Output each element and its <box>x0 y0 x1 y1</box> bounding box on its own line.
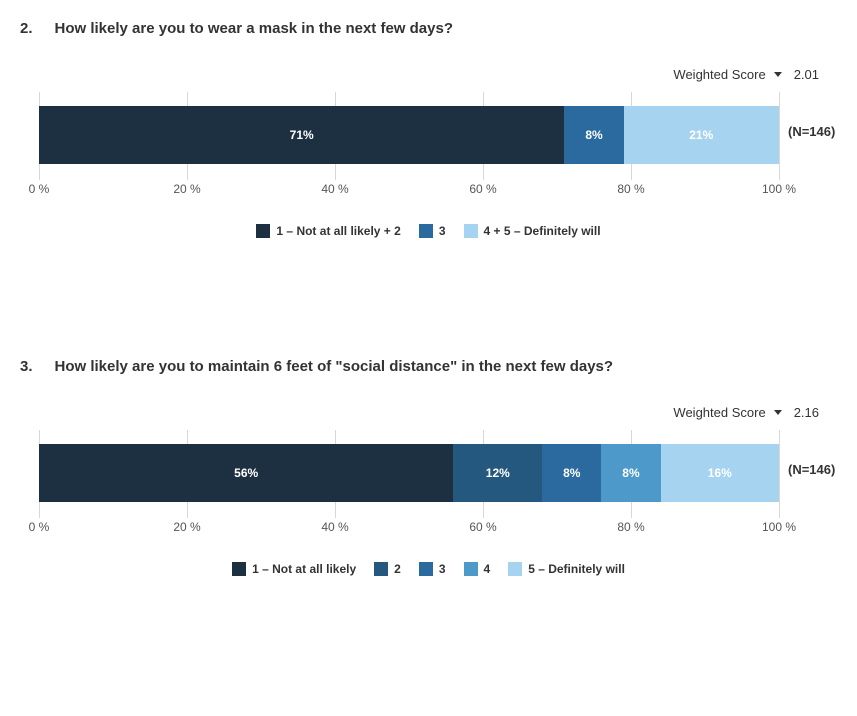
legend-label: 1 – Not at all likely <box>252 562 356 576</box>
legend-swatch <box>374 562 388 576</box>
question-header: 2. How likely are you to wear a mask in t… <box>20 20 837 37</box>
segment-value: 8% <box>585 128 602 142</box>
sample-size-label: (N=146) <box>788 124 835 139</box>
legend-item: 3 <box>419 224 446 238</box>
question-text: How likely are you to wear a mask in the… <box>55 20 453 37</box>
question-text: How likely are you to maintain 6 feet of… <box>55 358 614 375</box>
segment-value: 56% <box>234 466 258 480</box>
chart-area: 56% 12% 8% 8% 16% (N=146) 0 % 20 % 40 % 60 % 80 % 1… <box>20 430 837 540</box>
segment-value: 21% <box>689 128 713 142</box>
axis-tick: 80 % <box>617 182 644 196</box>
score-label: Weighted Score <box>673 67 765 82</box>
axis-tick: 60 % <box>469 182 496 196</box>
chart-area: 71% 8% 21% (N=146) 0 % 20 % 40 % 60 % 80 % 100 % <box>20 92 837 202</box>
score-value: 2.16 <box>794 405 819 420</box>
x-axis: 0 % 20 % 40 % 60 % 80 % 100 % <box>20 520 800 540</box>
segment-value: 16% <box>708 466 732 480</box>
gridline <box>779 92 780 180</box>
bar-segment: 12% <box>453 444 542 502</box>
stacked-bar: 71% 8% 21% <box>39 106 779 164</box>
bar-segment: 56% <box>39 444 453 502</box>
chart-plot: 71% 8% 21% <box>39 92 779 180</box>
legend-swatch <box>464 562 478 576</box>
axis-tick: 40 % <box>321 182 348 196</box>
gridline <box>779 430 780 518</box>
axis-tick: 40 % <box>321 520 348 534</box>
legend-label: 4 + 5 – Definitely will <box>484 224 601 238</box>
legend-item: 4 + 5 – Definitely will <box>464 224 601 238</box>
legend: 1 – Not at all likely + 2 3 4 + 5 – Defini… <box>20 224 837 238</box>
dropdown-caret-icon <box>774 72 782 77</box>
axis-tick: 20 % <box>173 182 200 196</box>
legend-label: 4 <box>484 562 491 576</box>
legend-item: 3 <box>419 562 446 576</box>
x-axis: 0 % 20 % 40 % 60 % 80 % 100 % <box>20 182 800 202</box>
question-header: 3. How likely are you to maintain 6 feet … <box>20 358 837 375</box>
chart-plot: 56% 12% 8% 8% 16% <box>39 430 779 518</box>
axis-tick: 100 % <box>762 520 796 534</box>
segment-value: 12% <box>486 466 510 480</box>
question-block: 3. How likely are you to maintain 6 feet … <box>20 358 837 576</box>
segment-value: 8% <box>622 466 639 480</box>
axis-tick: 100 % <box>762 182 796 196</box>
legend-label: 3 <box>439 562 446 576</box>
legend-label: 3 <box>439 224 446 238</box>
legend-swatch <box>508 562 522 576</box>
legend-swatch <box>419 562 433 576</box>
sample-size-label: (N=146) <box>788 462 835 477</box>
stacked-bar: 56% 12% 8% 8% 16% <box>39 444 779 502</box>
legend-swatch <box>256 224 270 238</box>
legend-swatch <box>419 224 433 238</box>
score-value: 2.01 <box>794 67 819 82</box>
dropdown-caret-icon <box>774 410 782 415</box>
axis-tick: 0 % <box>29 182 50 196</box>
legend: 1 – Not at all likely 2 3 4 5 – Definitely w… <box>20 562 837 576</box>
legend-swatch <box>232 562 246 576</box>
weighted-score-selector[interactable]: Weighted Score 2.16 <box>20 405 837 420</box>
question-number: 2. <box>20 20 33 37</box>
legend-item: 2 <box>374 562 401 576</box>
legend-label: 5 – Definitely will <box>528 562 625 576</box>
bar-segment: 71% <box>39 106 564 164</box>
score-label: Weighted Score <box>673 405 765 420</box>
legend-swatch <box>464 224 478 238</box>
bar-segment: 21% <box>624 106 779 164</box>
axis-tick: 20 % <box>173 520 200 534</box>
axis-tick: 60 % <box>469 520 496 534</box>
bar-segment: 8% <box>564 106 623 164</box>
legend-item: 4 <box>464 562 491 576</box>
bar-segment: 8% <box>601 444 660 502</box>
legend-label: 2 <box>394 562 401 576</box>
segment-value: 8% <box>563 466 580 480</box>
legend-label: 1 – Not at all likely + 2 <box>276 224 400 238</box>
question-number: 3. <box>20 358 33 375</box>
bar-segment: 8% <box>542 444 601 502</box>
weighted-score-selector[interactable]: Weighted Score 2.01 <box>20 67 837 82</box>
question-block: 2. How likely are you to wear a mask in t… <box>20 20 837 238</box>
legend-item: 5 – Definitely will <box>508 562 625 576</box>
legend-item: 1 – Not at all likely + 2 <box>256 224 400 238</box>
bar-segment: 16% <box>661 444 779 502</box>
axis-tick: 80 % <box>617 520 644 534</box>
segment-value: 71% <box>290 128 314 142</box>
legend-item: 1 – Not at all likely <box>232 562 356 576</box>
axis-tick: 0 % <box>29 520 50 534</box>
